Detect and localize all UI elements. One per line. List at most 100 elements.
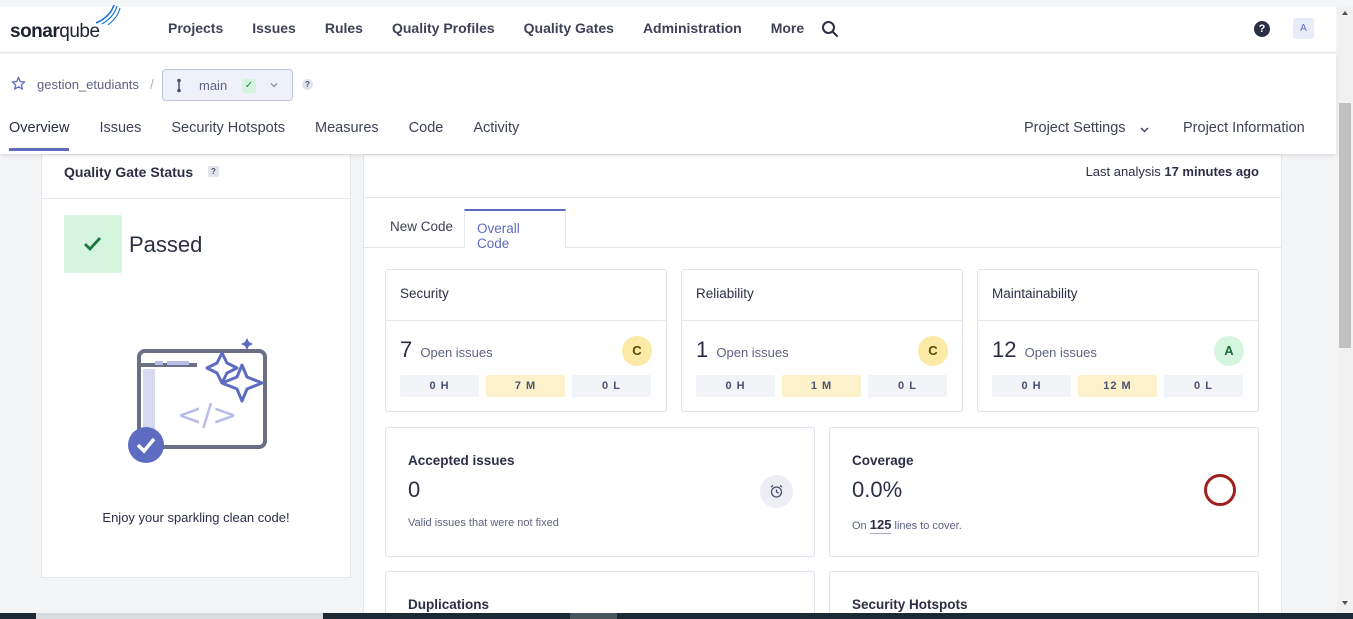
severity-high[interactable]: 0 H: [992, 375, 1071, 397]
tab-security-hotspots[interactable]: Security Hotspots: [171, 120, 285, 151]
scroll-up-arrow-icon[interactable]: [1341, 9, 1349, 17]
open-issues-count[interactable]: 12 Open issues: [992, 337, 1097, 363]
taskbar-segment: [570, 613, 617, 619]
coverage-ring-icon: [1204, 474, 1236, 506]
card-title: Security: [400, 286, 449, 301]
severity-low[interactable]: 0 L: [1164, 375, 1243, 397]
scrollbar-thumb[interactable]: [1339, 103, 1351, 348]
vertical-scrollbar[interactable]: [1337, 7, 1353, 613]
nav-administration[interactable]: Administration: [643, 20, 742, 36]
project-name-link[interactable]: gestion_etudiants: [37, 77, 139, 92]
branch-passed-check-icon: ✓: [242, 79, 256, 93]
quality-gate-help-icon[interactable]: ?: [208, 166, 219, 177]
security-hotspots-card[interactable]: Security Hotspots: [829, 571, 1259, 619]
clean-code-illustration: </>: [128, 338, 267, 463]
logo-waves-icon: [95, 5, 121, 25]
tab-overview[interactable]: Overview: [9, 120, 70, 151]
severity-high[interactable]: 0 H: [400, 375, 479, 397]
issues-count-label: Open issues: [716, 345, 789, 360]
maintainability-card[interactable]: Maintainability 12 Open issues A 0 H 12 …: [977, 269, 1259, 412]
open-issues-count[interactable]: 1 Open issues: [696, 337, 789, 363]
maintainability-grade-badge[interactable]: A: [1214, 336, 1244, 366]
nav-rules[interactable]: Rules: [325, 20, 363, 36]
issues-count-value: 1: [696, 337, 709, 362]
logo-text-sonar: sonar: [10, 21, 60, 42]
severity-medium[interactable]: 7 M: [486, 375, 565, 397]
os-taskbar: [0, 613, 1353, 619]
divider: [682, 320, 962, 321]
lines-to-cover-link[interactable]: 125: [870, 517, 892, 532]
project-information-link[interactable]: Project Information: [1183, 120, 1305, 136]
breadcrumb-separator: /: [150, 76, 154, 92]
tab-new-code[interactable]: New Code: [378, 209, 465, 248]
project-settings-menu[interactable]: Project Settings: [1024, 120, 1126, 136]
tab-overall-code[interactable]: Overall Code: [464, 209, 566, 251]
duplications-card[interactable]: Duplications: [385, 571, 815, 619]
tab-activity[interactable]: Activity: [473, 120, 519, 151]
check-icon: [84, 237, 102, 252]
severity-high[interactable]: 0 H: [696, 375, 775, 397]
reliability-card[interactable]: Reliability 1 Open issues C 0 H 1 M 0 L: [681, 269, 963, 412]
open-issues-count[interactable]: 7 Open issues: [400, 337, 493, 363]
issues-count-value: 12: [992, 337, 1017, 362]
measures-panel: Last analysis 17 minutes ago New Code Ov…: [363, 154, 1282, 619]
card-title: Accepted issues: [408, 453, 515, 468]
coverage-value[interactable]: 0.0%: [852, 477, 902, 503]
card-title: Maintainability: [992, 286, 1078, 301]
accepted-issues-card[interactable]: Accepted issues 0 Valid issues that were…: [385, 427, 815, 557]
quality-gate-panel: Quality Gate Status ? Passed </> Enjoy y…: [41, 154, 351, 578]
code-period-tabs: New Code Overall Code: [364, 209, 1281, 251]
chevron-down-icon[interactable]: [1139, 124, 1150, 135]
coverage-sub-suffix: lines to cover.: [894, 520, 962, 532]
security-grade-badge[interactable]: C: [622, 336, 652, 366]
severity-low[interactable]: 0 L: [572, 375, 651, 397]
severity-medium[interactable]: 12 M: [1078, 375, 1157, 397]
nav-issues[interactable]: Issues: [252, 20, 296, 36]
coverage-card[interactable]: Coverage 0.0% On 125 lines to cover.: [829, 427, 1259, 557]
branch-selector[interactable]: main ✓: [162, 69, 293, 101]
project-tabs: Overview Issues Security Hotspots Measur…: [9, 120, 549, 151]
project-header: gestion_etudiants / main ✓ ? Overview Is…: [0, 54, 1336, 154]
search-icon[interactable]: [821, 20, 839, 38]
passed-status-badge: [64, 215, 122, 273]
last-analysis-info: Last analysis 17 minutes ago: [1086, 164, 1259, 179]
accepted-issues-description: Valid issues that were not fixed: [408, 517, 559, 529]
user-avatar[interactable]: A: [1293, 18, 1314, 39]
card-title: Reliability: [696, 286, 754, 301]
nav-quality-profiles[interactable]: Quality Profiles: [392, 20, 495, 36]
branch-icon: [177, 78, 181, 93]
issues-count-label: Open issues: [1024, 345, 1097, 360]
divider: [364, 197, 1281, 198]
chevron-down-icon: [270, 83, 278, 88]
quality-gate-title: Quality Gate Status: [64, 164, 194, 180]
severity-medium[interactable]: 1 M: [782, 375, 861, 397]
svg-text:</>: </>: [177, 398, 237, 433]
favorite-star-icon[interactable]: [11, 76, 26, 91]
accepted-issues-value[interactable]: 0: [408, 477, 420, 503]
reliability-grade-badge[interactable]: C: [918, 336, 948, 366]
nav-quality-gates[interactable]: Quality Gates: [524, 20, 614, 36]
tab-code[interactable]: Code: [409, 120, 444, 151]
security-card[interactable]: Security 7 Open issues C 0 H 7 M 0 L: [385, 269, 667, 412]
help-icon[interactable]: ?: [1254, 21, 1270, 37]
card-title: Security Hotspots: [852, 597, 968, 612]
sonarqube-logo[interactable]: sonarqube: [10, 21, 100, 43]
issues-count-value: 7: [400, 337, 413, 362]
branch-help-icon[interactable]: ?: [302, 79, 313, 90]
taskbar-segment: [36, 613, 323, 619]
nav-more[interactable]: More: [771, 20, 804, 36]
divider: [42, 198, 350, 199]
last-analysis-time: 17 minutes ago: [1164, 164, 1259, 179]
main-nav: Projects Issues Rules Quality Profiles Q…: [168, 20, 833, 36]
tab-issues[interactable]: Issues: [99, 120, 141, 151]
severity-low[interactable]: 0 L: [868, 375, 947, 397]
divider: [978, 320, 1258, 321]
issues-count-label: Open issues: [420, 345, 493, 360]
alarm-clock-icon: [760, 475, 793, 508]
nav-projects[interactable]: Projects: [168, 20, 223, 36]
coverage-sub-prefix: On: [852, 520, 867, 532]
tab-measures[interactable]: Measures: [315, 120, 379, 151]
quality-gate-message: Enjoy your sparkling clean code!: [102, 510, 290, 525]
coverage-description: On 125 lines to cover.: [852, 517, 962, 532]
scroll-down-arrow-icon[interactable]: [1341, 599, 1349, 607]
